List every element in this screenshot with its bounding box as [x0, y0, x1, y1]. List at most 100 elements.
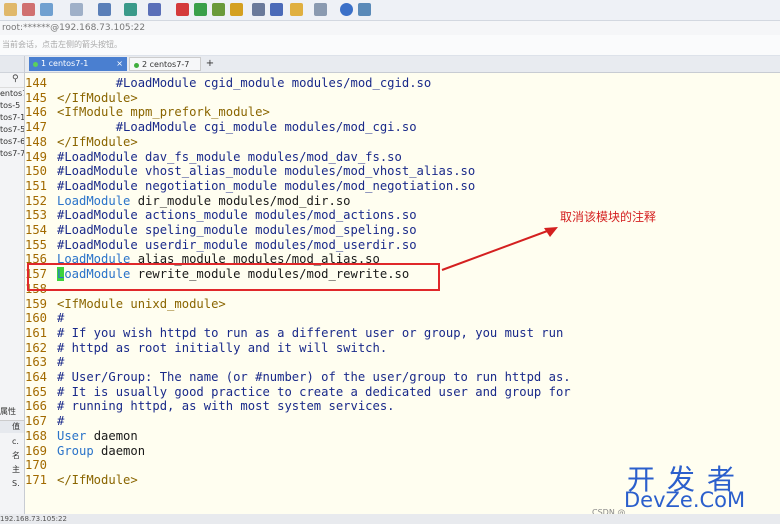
- line-number: 160: [25, 311, 48, 326]
- script-icon[interactable]: [148, 3, 161, 16]
- line-number: 148: [25, 134, 48, 149]
- code-text: #LoadModule speling_module modules/mod_s…: [57, 223, 417, 237]
- code-line: 144 #LoadModule cgid_module modules/mod_…: [25, 76, 431, 91]
- sidebar-header: [0, 56, 24, 73]
- tab-label: 1 centos7-1: [41, 59, 89, 68]
- line-number: 144: [25, 76, 48, 90]
- code-line: 160 #: [25, 311, 64, 326]
- code-line: 153 #LoadModule actions_module modules/mo…: [25, 208, 417, 223]
- code-text: dir_module modules/mod_dir.so: [130, 193, 351, 208]
- line-number: 170: [25, 458, 48, 473]
- code-text: </IfModule>: [57, 134, 138, 149]
- help-icon[interactable]: [340, 3, 353, 16]
- code-line: 148 </IfModule>: [25, 135, 138, 150]
- info-icon[interactable]: [358, 3, 371, 16]
- session-item[interactable]: tos7-6: [0, 136, 24, 148]
- code-line: 147 #LoadModule cgi_module modules/mod_c…: [25, 120, 417, 135]
- line-number: 150: [25, 164, 48, 179]
- line-number: 147: [25, 120, 48, 135]
- code-text: #: [57, 355, 65, 370]
- code-line: 145 </IfModule>: [25, 91, 138, 106]
- code-line: 164 # User/Group: The name (or #number) o…: [25, 370, 571, 385]
- code-text: # running httpd, as with most system ser…: [57, 399, 395, 414]
- connection-title: root:******@192.168.73.105:22: [2, 23, 146, 33]
- status-bar: 192.168.73.105:22: [0, 514, 780, 524]
- terminal-editor[interactable]: 144 #LoadModule cgid_module modules/mod_…: [25, 73, 780, 514]
- keyboard-icon[interactable]: [252, 3, 265, 16]
- code-text: #LoadModule cgi_module modules/mod_cgi.s…: [57, 120, 417, 135]
- tab-centos7-7[interactable]: 2 centos7-7: [129, 57, 201, 71]
- code-line: 146 <IfModule mpm_prefork_module>: [25, 105, 270, 120]
- code-text: #LoadModule userdir_module modules/mod_u…: [57, 237, 417, 252]
- transfer-icon[interactable]: [194, 3, 207, 16]
- line-number: 159: [25, 296, 48, 311]
- connect-icon[interactable]: [22, 3, 35, 16]
- annotation-text: 取消该模块的注释: [560, 210, 657, 224]
- code-text: #: [57, 414, 65, 429]
- line-number: 146: [25, 105, 48, 120]
- search-icon[interactable]: [70, 3, 83, 16]
- code-text: Group: [57, 443, 94, 458]
- code-line: 155 #LoadModule userdir_module modules/mo…: [25, 238, 417, 253]
- line-number: 154: [25, 223, 48, 237]
- tab-bar: 1 centos7-1 × 2 centos7-7 +: [25, 56, 780, 73]
- code-line: 159 <IfModule unixd_module>: [25, 297, 226, 312]
- record-icon[interactable]: [176, 3, 189, 16]
- code-line: 165 # It is usually good practice to crea…: [25, 385, 571, 400]
- code-line: 171 </IfModule>: [25, 473, 138, 488]
- status-text: 192.168.73.105:22: [0, 515, 67, 523]
- session-item[interactable]: entos7 -: [0, 88, 24, 100]
- code-line: 170: [25, 458, 57, 473]
- session-item[interactable]: tos7-5: [0, 124, 24, 136]
- code-line: 152 LoadModule dir_module modules/mod_dir…: [25, 194, 351, 209]
- code-text: </IfModule>: [57, 472, 138, 487]
- line-number: 145: [25, 90, 48, 105]
- settings-icon[interactable]: [98, 3, 111, 16]
- open-icon[interactable]: [40, 3, 53, 16]
- session-sidebar: ⚲ entos7 - tos-5 tos7-1 tos7-5 tos7-6 to…: [0, 56, 25, 514]
- line-number: 153: [25, 208, 48, 223]
- search-icon[interactable]: ⚲: [12, 74, 19, 84]
- code-text: # It is usually good practice to create …: [57, 384, 571, 399]
- property-row: S.: [12, 479, 20, 488]
- transfer2-icon[interactable]: [212, 3, 225, 16]
- code-text: User: [57, 428, 87, 443]
- layout-icon[interactable]: [314, 3, 327, 16]
- command-icon[interactable]: [270, 3, 283, 16]
- code-line: 168 User daemon: [25, 429, 138, 444]
- code-line: 167 #: [25, 414, 64, 429]
- code-line: 151 #LoadModule negotiation_module module…: [25, 179, 475, 194]
- code-text: #LoadModule actions_module modules/mod_a…: [57, 208, 417, 223]
- code-line: 163 #: [25, 355, 64, 370]
- code-text: #: [57, 311, 65, 326]
- line-number: 161: [25, 325, 48, 340]
- close-tab-icon[interactable]: ×: [116, 57, 123, 71]
- line-number: 171: [25, 472, 48, 487]
- tab-label: 2 centos7-7: [142, 60, 190, 69]
- session-item[interactable]: tos7-1: [0, 112, 24, 124]
- watermark-en: DevZe.CoM: [624, 488, 746, 512]
- code-line: 162 # httpd as root initially and it will…: [25, 341, 387, 356]
- code-line: 169 Group daemon: [25, 444, 145, 459]
- session-item[interactable]: tos-5: [0, 100, 24, 112]
- hint-bar: 当前会话，点击左侧的箭头按钮。: [0, 35, 780, 56]
- new-session-icon[interactable]: [4, 3, 17, 16]
- folder-icon[interactable]: [290, 3, 303, 16]
- sidebar-search[interactable]: ⚲: [0, 73, 24, 88]
- toolbar: [0, 0, 780, 21]
- status-dot-icon: [33, 62, 38, 67]
- highlight-box: [27, 263, 440, 291]
- globe-icon[interactable]: [124, 3, 137, 16]
- code-text: <IfModule unixd_module>: [57, 296, 226, 311]
- code-text: </IfModule>: [57, 90, 138, 105]
- code-line: 154 #LoadModule speling_module modules/mo…: [25, 223, 417, 238]
- code-text: daemon: [93, 443, 146, 458]
- code-line: 149 #LoadModule dav_fs_module modules/mod…: [25, 150, 402, 165]
- line-number: 169: [25, 443, 48, 458]
- line-number: 149: [25, 149, 48, 164]
- session-item[interactable]: tos7-7: [0, 148, 24, 160]
- tab-centos7-1[interactable]: 1 centos7-1 ×: [29, 57, 127, 71]
- line-number: 168: [25, 428, 48, 443]
- add-tab-button[interactable]: +: [203, 57, 217, 71]
- lock-icon[interactable]: [230, 3, 243, 16]
